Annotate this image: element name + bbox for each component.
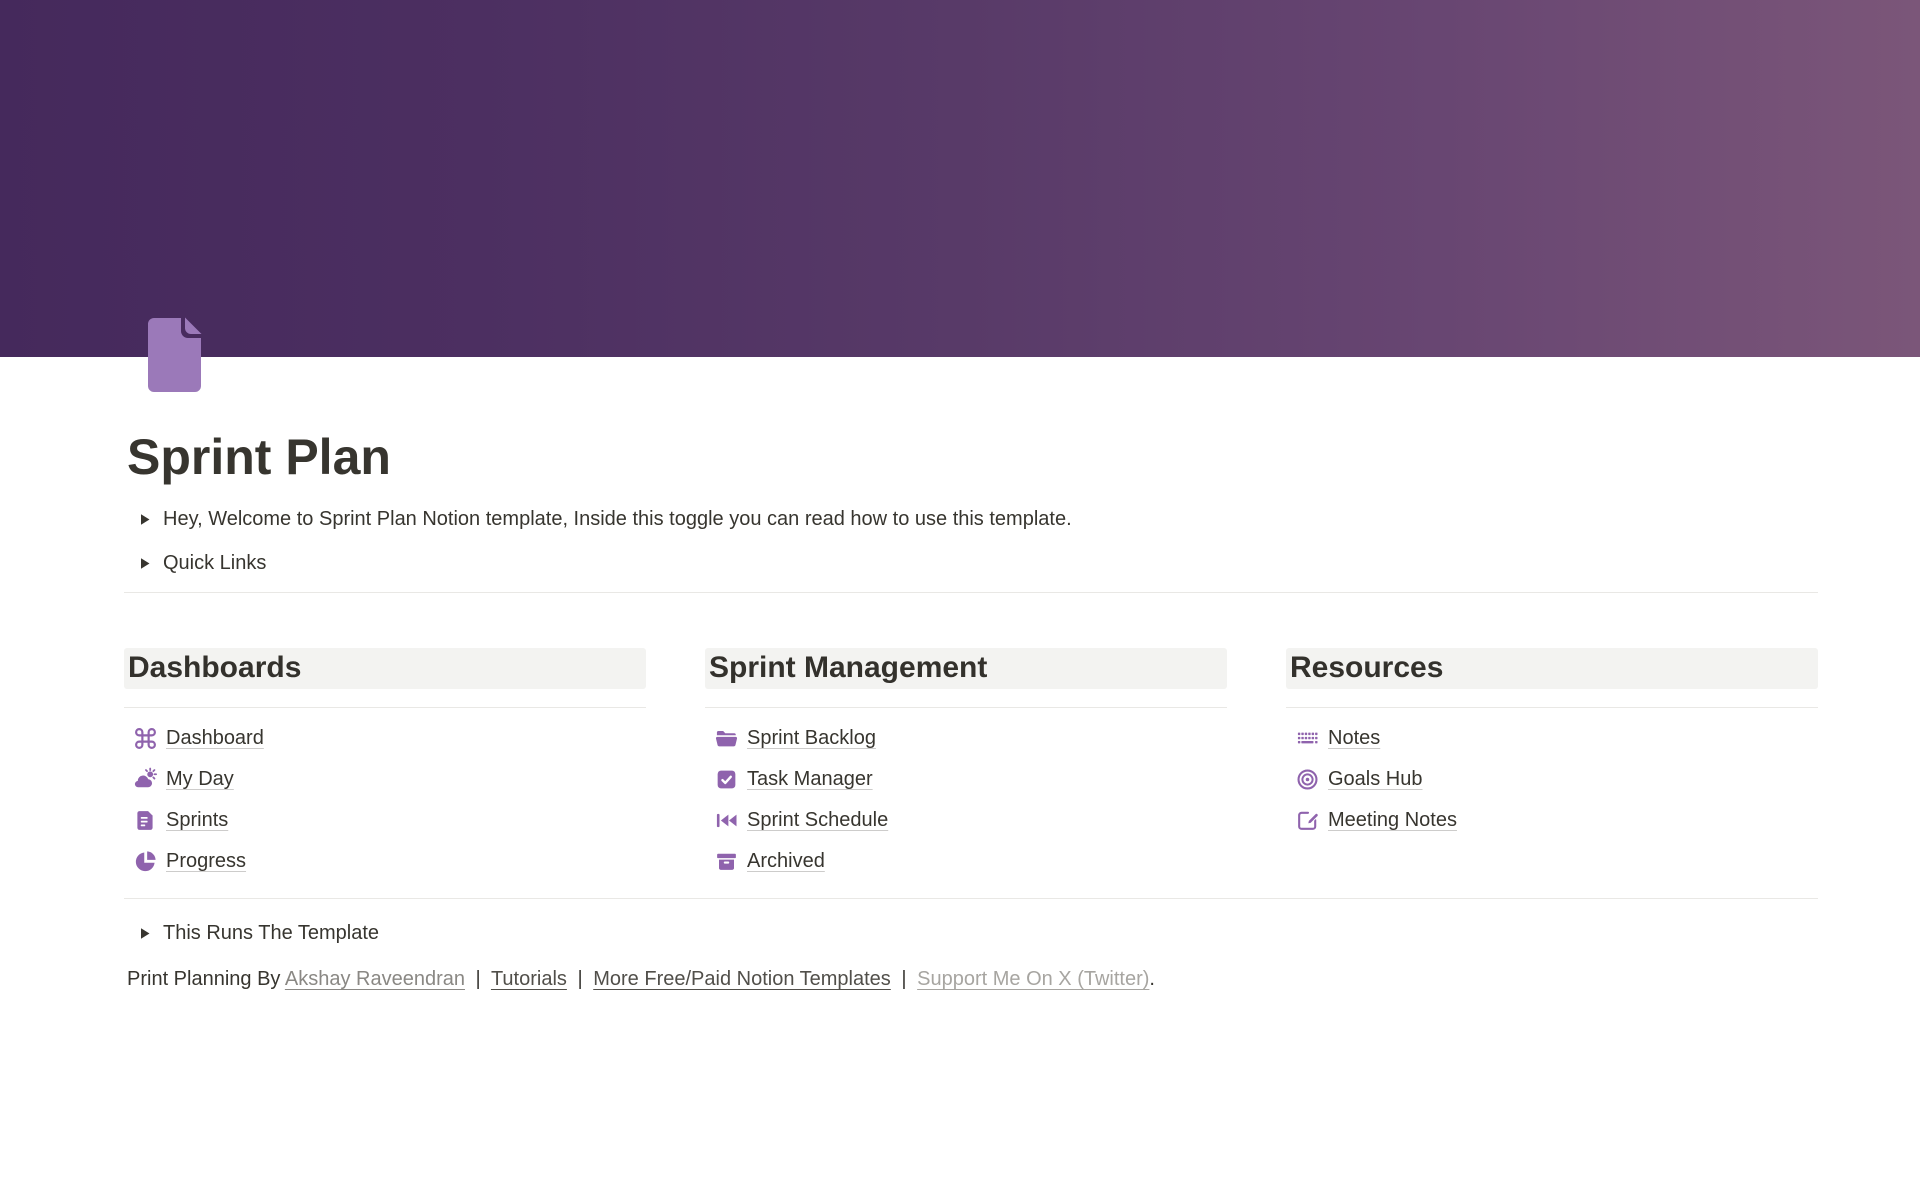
page-link-progress[interactable]: Progress [124, 841, 646, 882]
page-link-task-manager[interactable]: Task Manager [705, 759, 1227, 800]
column-heading-dashboards: Dashboards [124, 648, 646, 689]
page-link-label: Sprint Schedule [747, 809, 888, 832]
divider [124, 592, 1818, 593]
page-link-sprint-schedule[interactable]: Sprint Schedule [705, 800, 1227, 841]
page-title: Sprint Plan [127, 430, 1818, 485]
page-link-archived[interactable]: Archived [705, 841, 1227, 882]
page-link-goals-hub[interactable]: Goals Hub [1286, 759, 1818, 800]
tutorials-link[interactable]: Tutorials [491, 968, 567, 990]
page-content: Sprint Plan Hey, Welcome to Sprint Plan … [124, 316, 1818, 993]
page-link-label: Sprints [166, 809, 228, 832]
separator: | [476, 968, 481, 990]
sun-cloud-icon [133, 767, 158, 792]
toggle-runs-template-label: This Runs The Template [163, 922, 379, 945]
page-link-label: Task Manager [747, 768, 873, 791]
author-link[interactable]: Akshay Raveendran [285, 968, 465, 990]
credits-line: Print Planning By Akshay Raveendran | Tu… [127, 965, 1818, 993]
page-link-notes[interactable]: Notes [1286, 718, 1818, 759]
credits-suffix: . [1149, 968, 1155, 990]
page-link-label: Notes [1328, 727, 1380, 750]
separator: | [577, 968, 582, 990]
target-icon [1295, 767, 1320, 792]
more-templates-link[interactable]: More Free/Paid Notion Templates [593, 968, 891, 990]
divider [124, 707, 646, 708]
page-icon[interactable] [145, 316, 209, 394]
page-link-sprint-backlog[interactable]: Sprint Backlog [705, 718, 1227, 759]
toggle-triangle-icon[interactable] [132, 507, 156, 531]
toggle-welcome-label: Hey, Welcome to Sprint Plan Notion templ… [163, 508, 1072, 531]
checkbox-icon [714, 767, 739, 792]
keyboard-icon [1295, 726, 1320, 751]
folder-icon [714, 726, 739, 751]
page-link-label: Sprint Backlog [747, 727, 876, 750]
column-heading-sprint-management: Sprint Management [705, 648, 1227, 689]
toggle-runs-template[interactable]: This Runs The Template [124, 913, 1818, 953]
cover-image [0, 0, 1920, 357]
page-document-icon [145, 316, 209, 394]
pie-chart-icon [133, 849, 158, 874]
page-link-dashboard[interactable]: Dashboard [124, 718, 646, 759]
credits-prefix: Print Planning By [127, 968, 280, 990]
link-columns: Dashboards Dashboard [124, 648, 1818, 882]
page-link-label: Progress [166, 850, 246, 873]
divider [705, 707, 1227, 708]
column-heading-resources: Resources [1286, 648, 1818, 689]
column-dashboards: Dashboards Dashboard [124, 648, 646, 882]
page-link-meeting-notes[interactable]: Meeting Notes [1286, 800, 1818, 841]
command-icon [133, 726, 158, 751]
toggle-triangle-icon[interactable] [132, 551, 156, 575]
page-link-label: Dashboard [166, 727, 264, 750]
page-link-label: Meeting Notes [1328, 809, 1457, 832]
support-twitter-link[interactable]: Support Me On X (Twitter) [917, 968, 1149, 990]
toggle-triangle-icon[interactable] [132, 921, 156, 945]
page-link-label: Goals Hub [1328, 768, 1423, 791]
toggle-quick-links-label: Quick Links [163, 552, 266, 575]
separator: | [901, 968, 906, 990]
divider [1286, 707, 1818, 708]
divider [124, 898, 1818, 899]
page-link-sprints[interactable]: Sprints [124, 800, 646, 841]
rewind-icon [714, 808, 739, 833]
page-link-my-day[interactable]: My Day [124, 759, 646, 800]
toggle-welcome[interactable]: Hey, Welcome to Sprint Plan Notion templ… [124, 499, 1818, 539]
edit-icon [1295, 808, 1320, 833]
page-link-label: Archived [747, 850, 825, 873]
toggle-quick-links[interactable]: Quick Links [124, 543, 1818, 583]
page-link-label: My Day [166, 768, 234, 791]
archive-icon [714, 849, 739, 874]
document-icon [133, 808, 158, 833]
column-resources: Resources Notes [1286, 648, 1818, 882]
column-sprint-management: Sprint Management Sprint Backlog [705, 648, 1227, 882]
